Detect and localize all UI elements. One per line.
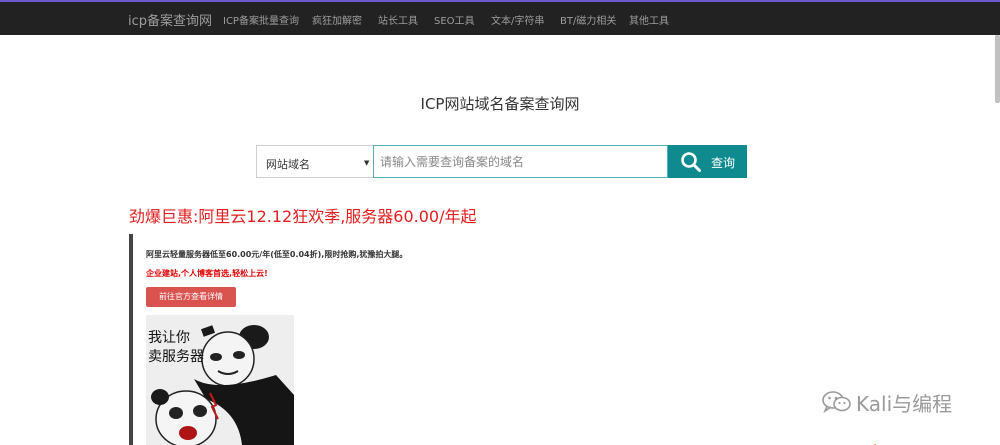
nav-item-other-tools[interactable]: 其他工具 [629,12,669,27]
nav-item-icp-batch[interactable]: ICP备案批量查询 [223,12,299,27]
watermark-text: Kali与编程 [856,392,953,416]
site-brand[interactable]: icp备案查询网 [128,10,212,29]
view-details-button[interactable]: 前往官方查看详情 [146,287,236,307]
wechat-icon [822,391,851,414]
top-navbar: icp备案查询网 ICP备案批量查询 疯狂加解密 站长工具 SEO工具 文本/字… [0,2,1000,35]
page-title: ICP网站域名备案查询网 [420,95,580,113]
nav-item-bt-magnet[interactable]: BT/磁力相关 [560,12,616,27]
search-button-label: 查询 [711,156,736,170]
nav-item-seo-tools[interactable]: SEO工具 [434,12,475,27]
promo-tagline: 企业建站,个人博客首选,轻松上云! [146,269,268,278]
domain-search-input[interactable] [373,145,668,178]
promo-heading[interactable]: 劲爆巨惠:阿里云12.12狂欢季,服务器60.00/年起 [129,203,476,227]
search-button[interactable]: 查询 [668,145,747,178]
search-icon [681,152,701,172]
dropdown-arrow-icon: ▼ [364,159,370,167]
search-type-value: 网站域名 [266,158,310,171]
nav-item-text-string[interactable]: 文本/字符串 [491,12,544,27]
meme-image: 我让你 卖服务器 [146,315,294,445]
search-type-select[interactable]: 网站域名 ▼ [256,145,374,178]
promo-description: 阿里云轻量服务器低至60.00元/年(低至0.04折),限时抢购,犹豫拍大腿。 [146,250,408,259]
search-bar: 网站域名 ▼ 查询 [256,145,747,178]
orange-arrow-icon [862,434,876,445]
nav-item-webmaster-tools[interactable]: 站长工具 [378,12,418,27]
nav-item-crypto[interactable]: 疯狂加解密 [312,12,362,27]
meme-caption: 我让你 卖服务器 [148,330,204,365]
blockquote-border [129,234,133,445]
